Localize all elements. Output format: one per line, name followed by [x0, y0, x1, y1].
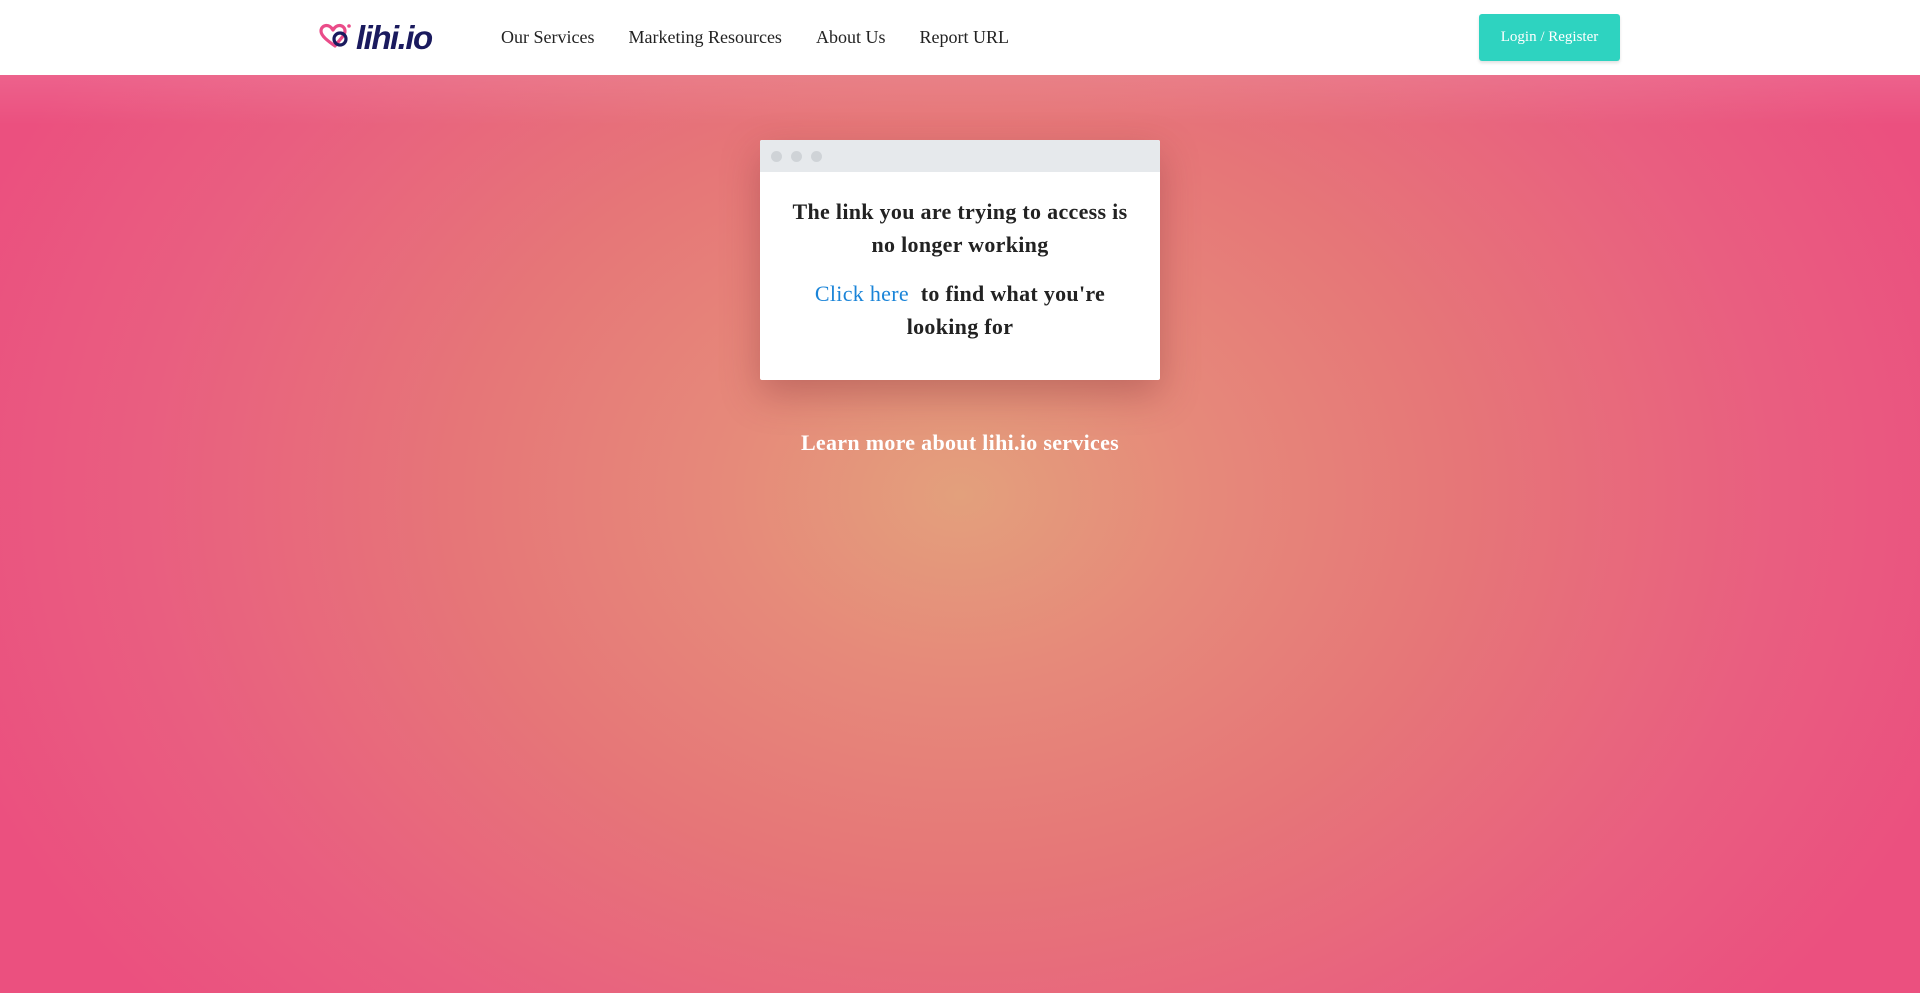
learn-more-section: Learn more about lihi.io services	[0, 430, 1920, 456]
learn-more-link[interactable]: Learn more about lihi.io services	[801, 430, 1119, 455]
nav-report-url[interactable]: Report URL	[919, 27, 1009, 48]
login-register-button[interactable]: Login / Register	[1479, 14, 1620, 61]
nav-marketing-resources[interactable]: Marketing Resources	[628, 27, 781, 48]
logo-text: lihi.io	[356, 18, 433, 56]
heart-link-icon	[319, 23, 351, 48]
window-dot-icon	[791, 150, 802, 162]
lihi-logo[interactable]: lihi.io	[318, 18, 433, 56]
find-content-line: Click here to find what you're looking f…	[780, 277, 1140, 343]
nav-our-services[interactable]: Our Services	[501, 27, 594, 48]
click-here-link[interactable]: Click here	[815, 281, 909, 306]
top-navigation-bar: lihi.io Our Services Marketing Resources…	[0, 0, 1920, 75]
nav-about-us[interactable]: About Us	[816, 27, 886, 48]
expired-link-card: The link you are trying to access is no …	[760, 140, 1160, 380]
find-content-text: to find what you're looking for	[906, 281, 1106, 339]
window-title-bar	[760, 140, 1160, 172]
expired-link-message: The link you are trying to access is no …	[792, 199, 1128, 257]
card-body: The link you are trying to access is no …	[760, 172, 1160, 343]
window-dot-icon	[811, 150, 822, 162]
window-dot-icon	[771, 150, 782, 162]
main-nav: Our Services Marketing Resources About U…	[501, 0, 1043, 75]
